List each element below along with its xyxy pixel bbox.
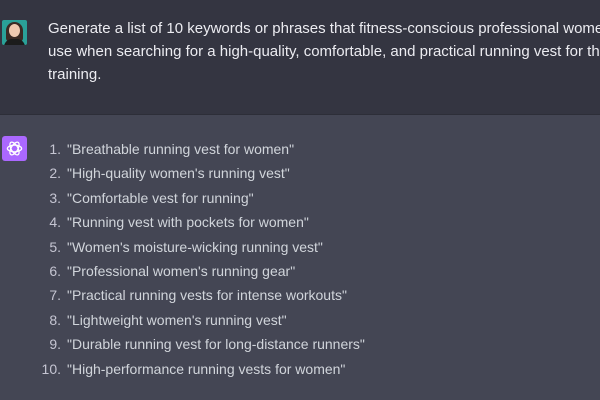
user-message-text: Generate a list of 10 keywords or phrase… (48, 17, 600, 86)
list-item: 2. "High-quality women's running vest" (34, 161, 365, 185)
list-item: 4. "Running vest with pockets for women" (34, 210, 365, 234)
list-item: 3. "Comfortable vest for running" (34, 186, 365, 210)
list-item-number: 3. (49, 189, 61, 206)
keyword-list: 1. "Breathable running vest for women" 2.… (34, 137, 365, 381)
list-item: 1. "Breathable running vest for women" (34, 137, 365, 161)
list-item: 7. "Practical running vests for intense w… (34, 283, 365, 307)
list-item-text: "Women's moisture-wicking running vest" (67, 238, 323, 255)
assistant-message: 1. "Breathable running vest for women" 2.… (0, 115, 600, 400)
list-item: 9. "Durable running vest for long-distanc… (34, 332, 365, 356)
list-item-text: "High-quality women's running vest" (67, 165, 290, 182)
list-item-number: 9. (49, 336, 61, 353)
list-item: 10. "High-performance running vests for w… (34, 357, 365, 381)
list-item-text: "Breathable running vest for women" (67, 141, 295, 157)
chatgpt-logo-icon (2, 136, 27, 161)
list-item-text: "Comfortable vest for running" (67, 189, 254, 206)
list-item-number: 5. (49, 238, 61, 255)
user-message-line: use when searching for a high-quality, c… (48, 43, 600, 60)
user-message-line: training. (48, 66, 102, 83)
list-item-text: "Durable running vest for long-distance … (67, 336, 365, 353)
list-item-text: "Professional women's running gear" (67, 262, 296, 279)
list-item-number: 7. (49, 287, 61, 304)
list-item-number: 6. (49, 262, 61, 279)
list-item-number: 2. (49, 165, 61, 182)
list-item: 8. "Lightweight women's running vest" (34, 308, 365, 332)
list-item: 5. "Women's moisture-wicking running vest… (34, 235, 365, 259)
list-item-text: "Practical running vests for intense wor… (67, 287, 347, 304)
user-avatar-icon (2, 20, 27, 45)
list-item-number: 4. (49, 214, 61, 231)
list-item-text: "Running vest with pockets for women" (67, 214, 309, 231)
list-item: 6. "Professional women's running gear" (34, 259, 365, 283)
list-item-number: 10. (41, 360, 61, 377)
user-message: Generate a list of 10 keywords or phrase… (0, 0, 600, 115)
list-item-text: "Lightweight women's running vest" (67, 311, 287, 328)
list-item-number: 1. (49, 141, 61, 157)
list-item-number: 8. (49, 311, 61, 328)
user-message-line: Generate a list of 10 keywords or phrase… (48, 20, 600, 37)
list-item-text: "High-performance running vests for wome… (67, 360, 346, 377)
